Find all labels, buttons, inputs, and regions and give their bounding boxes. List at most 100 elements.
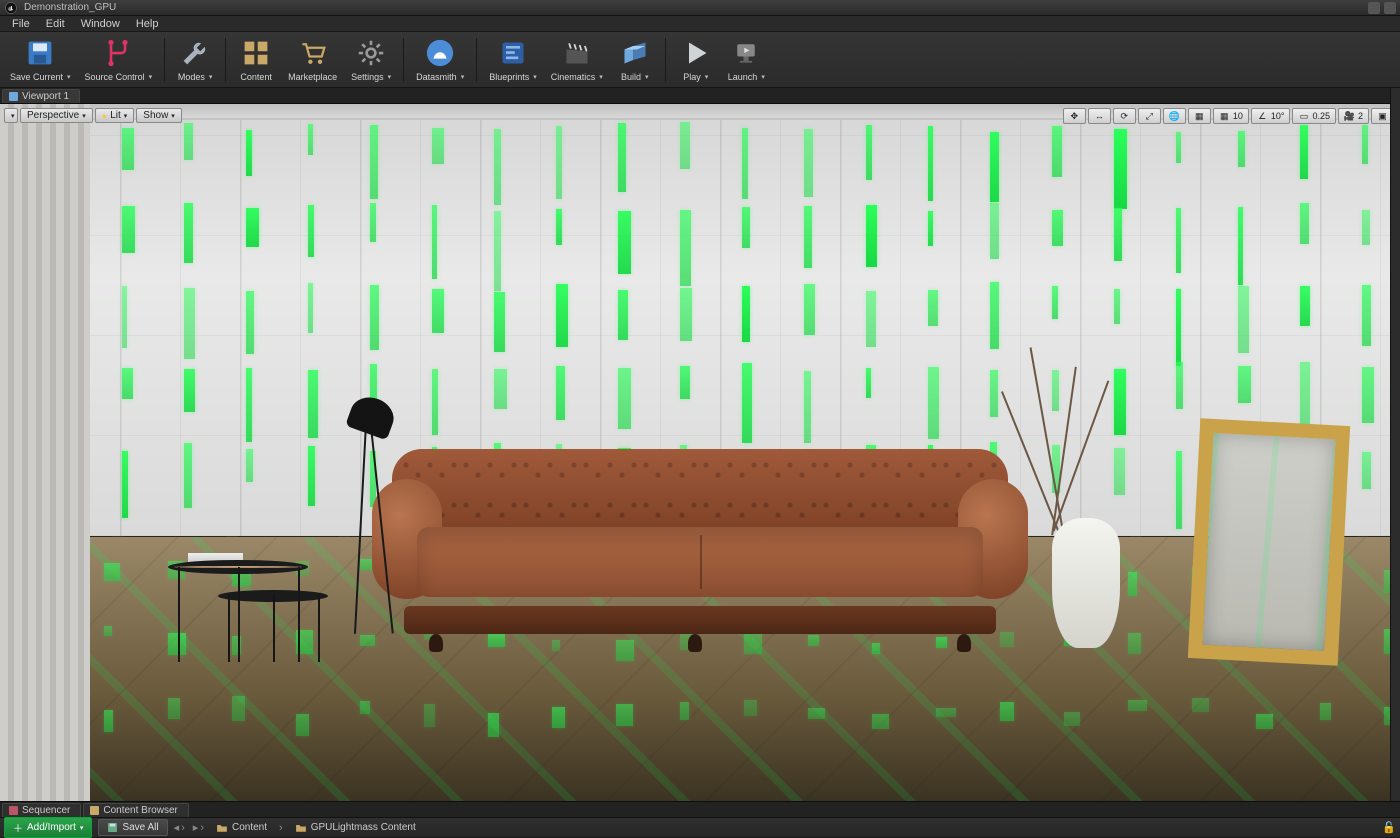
breadcrumb-folder[interactable]: GPULightmass Content [291, 822, 420, 834]
marketplace-label: Marketplace [288, 72, 337, 82]
launch-label: Launch [728, 72, 765, 82]
save-current-button[interactable]: Save Current [4, 34, 77, 86]
datasmith-icon [424, 37, 456, 69]
coordinate-space-button[interactable]: 🌐 [1163, 108, 1186, 124]
show-button[interactable]: Show [136, 108, 182, 123]
content-button[interactable]: Content [232, 34, 280, 86]
sysmenu-icon[interactable] [1368, 2, 1380, 14]
sequencer-icon [9, 806, 18, 815]
build-icon [619, 37, 651, 69]
rotate-icon: ⟳ [1119, 111, 1130, 122]
mirror [1188, 418, 1350, 666]
divider [476, 38, 477, 82]
angle-snap-value: 10° [1271, 111, 1285, 121]
save-all-button[interactable]: Save All [98, 819, 167, 836]
viewport-tabs: Viewport 1 [0, 88, 1400, 104]
add-import-label: Add/Import [27, 822, 76, 833]
breadcrumb-folder-label: GPULightmass Content [311, 822, 416, 833]
settings-label: Settings [351, 72, 391, 82]
blueprints-icon [497, 37, 529, 69]
source-control-button[interactable]: Source Control [79, 34, 159, 86]
surface-snap-button[interactable]: ▦ [1188, 108, 1211, 124]
datasmith-label: Datasmith [416, 72, 464, 82]
viewport-options-button[interactable] [4, 108, 18, 123]
gizmo-scale-button[interactable]: ⤢ [1138, 108, 1161, 124]
branch-icon [102, 37, 134, 69]
sofa [392, 449, 1008, 634]
save-label: Save Current [10, 72, 71, 82]
divider [164, 38, 165, 82]
angle-snap-button[interactable]: ∠ 10° [1251, 108, 1291, 124]
menu-file[interactable]: File [4, 17, 38, 31]
divider [225, 38, 226, 82]
level-viewport[interactable]: Perspective Lit Show ✥ ↔ ⟳ ⤢ 🌐 ▦ ▦ 10 ∠ … [0, 104, 1400, 801]
tab-content-browser[interactable]: Content Browser [83, 803, 188, 817]
perspective-button[interactable]: Perspective [20, 108, 93, 123]
right-panel-collapsed[interactable] [1390, 88, 1400, 801]
tab-viewport-1[interactable]: Viewport 1 [2, 89, 80, 103]
blueprints-button[interactable]: Blueprints [483, 34, 543, 86]
modes-label: Modes [178, 72, 213, 82]
bottom-panel-tabs: Sequencer Content Browser [0, 801, 1400, 817]
grid-snap-value: 10 [1233, 111, 1243, 121]
menu-edit[interactable]: Edit [38, 17, 73, 31]
gear-icon [355, 37, 387, 69]
camera-speed-button[interactable]: 🎥 2 [1338, 108, 1369, 124]
camera-speed-value: 2 [1358, 111, 1363, 121]
breadcrumb-content-label: Content [232, 822, 267, 833]
breadcrumb-back[interactable]: ◂ [174, 821, 187, 834]
modes-button[interactable]: Modes [171, 34, 219, 86]
divider [665, 38, 666, 82]
breadcrumb-content[interactable]: Content [212, 822, 271, 834]
launch-icon [730, 37, 762, 69]
sequencer-label: Sequencer [22, 805, 70, 816]
grid-icon [240, 37, 272, 69]
scene-render [0, 104, 1400, 801]
viewport-controls-left: Perspective Lit Show [4, 108, 182, 123]
gizmo-select-button[interactable]: ✥ [1063, 108, 1086, 124]
grid-icon: ▦ [1219, 111, 1230, 122]
plus-icon: ＋ [13, 820, 23, 835]
play-button[interactable]: Play [672, 34, 720, 86]
lit-label: Lit [110, 110, 121, 121]
content-browser-icon [90, 806, 99, 815]
titlebar-controls [1368, 2, 1396, 14]
vase [1052, 518, 1120, 648]
tab-sequencer[interactable]: Sequencer [2, 803, 81, 817]
gizmo-move-button[interactable]: ↔ [1088, 108, 1111, 124]
window-title: Demonstration_GPU [24, 2, 116, 13]
lock-icon[interactable]: 🔓 [1382, 821, 1396, 834]
add-import-button[interactable]: ＋ Add/Import ▾ [4, 817, 92, 838]
save-all-label: Save All [122, 822, 158, 833]
menu-bar: File Edit Window Help [0, 16, 1400, 32]
grid-snap-button[interactable]: ▦ 10 [1213, 108, 1249, 124]
scale-snap-button[interactable]: ▭ 0.25 [1292, 108, 1336, 124]
settings-button[interactable]: Settings [345, 34, 397, 86]
unreal-logo-icon [4, 1, 18, 15]
content-browser-toolbar: ＋ Add/Import ▾ Save All ◂ ▸ Content GPUL… [0, 817, 1400, 837]
floppy-icon [24, 37, 56, 69]
launch-button[interactable]: Launch [722, 34, 771, 86]
snap-icon: ▦ [1194, 111, 1205, 122]
breadcrumb-forward[interactable]: ▸ [193, 821, 206, 834]
cinematics-button[interactable]: Cinematics [545, 34, 609, 86]
sysmenu-icon[interactable] [1384, 2, 1396, 14]
angle-icon: ∠ [1257, 111, 1268, 122]
marketplace-button[interactable]: Marketplace [282, 34, 343, 86]
cinematics-label: Cinematics [551, 72, 603, 82]
viewport-tab-icon [9, 92, 18, 101]
wrench-icon [179, 37, 211, 69]
gizmo-rotate-button[interactable]: ⟳ [1113, 108, 1136, 124]
build-button[interactable]: Build [611, 34, 659, 86]
menu-help[interactable]: Help [128, 17, 167, 31]
show-label: Show [143, 110, 168, 121]
source-label: Source Control [85, 72, 153, 82]
scale-icon: ⤢ [1144, 111, 1155, 122]
datasmith-button[interactable]: Datasmith [410, 34, 470, 86]
lit-mode-button[interactable]: Lit [95, 108, 135, 123]
menu-window[interactable]: Window [73, 17, 128, 31]
clapper-icon [561, 37, 593, 69]
viewport-controls-right: ✥ ↔ ⟳ ⤢ 🌐 ▦ ▦ 10 ∠ 10° ▭ 0.25 🎥 2 ▣ [1063, 108, 1394, 124]
build-label: Build [621, 72, 649, 82]
globe-icon: 🌐 [1169, 111, 1180, 122]
